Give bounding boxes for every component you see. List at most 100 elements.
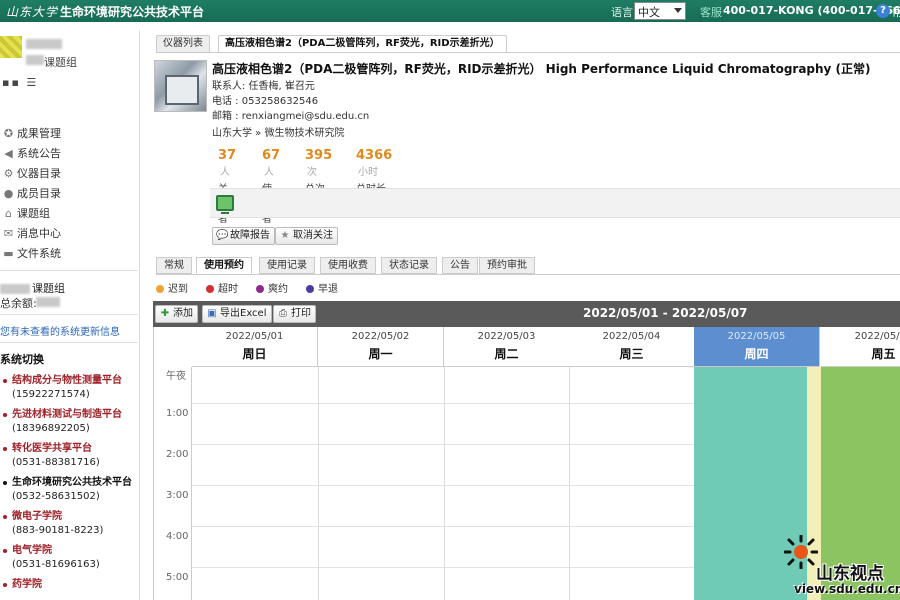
tab-general[interactable]: 常规 (156, 257, 192, 274)
service-label: 客服 (700, 6, 722, 19)
monitor-icon[interactable] (216, 195, 234, 214)
gear-icon: ⚙ (3, 167, 14, 180)
star-icon: ★ (280, 230, 290, 241)
day-weekday: 周二 (494, 347, 519, 361)
fault-report-button[interactable]: 💬 故障报告 (212, 227, 275, 245)
tab-instrument-list[interactable]: 仪器列表 (156, 35, 210, 53)
divider (0, 342, 138, 343)
calendar-day-header[interactable]: 2022/05/06 周五 (821, 327, 900, 367)
stat-number: 395 (305, 148, 333, 163)
instrument-phone: 电话 : 053258632546 (212, 96, 319, 107)
stat-number: 4366 (356, 148, 393, 163)
update-notice-link[interactable]: 您有未查看的系统更新信息 (0, 323, 120, 338)
system-name: 生命环境研究公共技术平台 (0, 476, 138, 490)
language-label: 语言 (611, 6, 633, 19)
legend-dot (206, 285, 214, 293)
system-name[interactable]: 微电子学院 (0, 510, 138, 524)
calendar-day-header-today[interactable]: 2022/05/05 周四 (694, 327, 820, 367)
instrument-org[interactable]: 山东大学 » 微生物技术研究院 (212, 124, 344, 139)
export-excel-button[interactable]: ▣ 导出Excel (202, 305, 272, 323)
people-icon: ● (3, 187, 14, 200)
system-item-current: 生命环境研究公共技术平台 (0532-58631502) (0, 476, 138, 504)
legend-dot (306, 285, 314, 293)
add-button[interactable]: ✚ 添加 (155, 305, 198, 323)
system-name[interactable]: 转化医学共享平台 (0, 442, 138, 456)
tab-usage-fee[interactable]: 使用收费 (320, 257, 376, 274)
service-phone: 400-017-KONG (400-017-5664) (723, 4, 900, 17)
calendar-date-range: 2022/05/01 - 2022/05/07 (583, 306, 748, 320)
balance-value-redacted (36, 297, 60, 307)
sidebar-item-messages[interactable]: ✉ 消息中心 (0, 224, 138, 244)
unfollow-button[interactable]: ★ 取消关注 (275, 227, 338, 245)
tab-usage-record[interactable]: 使用记录 (259, 257, 315, 274)
button-label: 故障报告 (230, 230, 270, 241)
button-label: 打印 (291, 308, 311, 319)
help-link[interactable]: 帮 (892, 4, 900, 20)
sun-logo-icon (784, 535, 818, 569)
stat-number: 67 (262, 148, 281, 163)
day-date: 2022/05/04 (602, 331, 661, 342)
save-icon: ▣ (207, 308, 217, 319)
stat-unit: 小时 (358, 167, 378, 178)
language-value: 中文 (638, 6, 660, 19)
system-item[interactable]: 先进材料测试与制造平台 (18396892205) (0, 408, 138, 436)
avatar[interactable] (0, 36, 22, 58)
watermark: 山东视点 view.sdu.edu.cn (782, 535, 900, 597)
language-select[interactable]: 中文 (634, 2, 686, 20)
system-name[interactable]: 电气学院 (0, 544, 138, 558)
platform-title[interactable]: 生命环境研究公共技术平台 (60, 3, 204, 20)
tab-reservation-approval[interactable]: 预约审批 (479, 257, 535, 274)
time-label: 3:00 (166, 490, 189, 501)
calendar-toolbar: ✚ 添加 ▣ 导出Excel ⎙ 打印 2022/05/01 - 2022/05/07 (153, 301, 900, 327)
divider (156, 52, 900, 53)
day-weekday: 周四 (744, 347, 769, 361)
tab-announcement[interactable]: 公告 (442, 257, 478, 274)
sidebar-item-achievements[interactable]: ✪ 成果管理 (0, 124, 138, 144)
tab-status-record[interactable]: 状态记录 (381, 257, 437, 274)
account-name-redacted (0, 284, 30, 294)
day-weekday: 周日 (242, 347, 267, 361)
legend-no-show: 爽约 (256, 280, 288, 295)
system-item[interactable]: 结构成分与物性测量平台 (15922271574) (0, 374, 138, 402)
system-list: 结构成分与物性测量平台 (15922271574) 先进材料测试与制造平台 (183… (0, 374, 138, 598)
group-name-redacted (26, 55, 44, 65)
calendar-day-header[interactable]: 2022/05/02 周一 (318, 327, 444, 367)
system-name[interactable]: 先进材料测试与制造平台 (0, 408, 138, 422)
sidebar-item-members[interactable]: ● 成员目录 (0, 184, 138, 204)
system-item[interactable]: 药学院 (0, 578, 138, 592)
instrument-email[interactable]: 邮箱 : renxiangmei@sdu.edu.cn (212, 107, 369, 122)
day-date: 2022/05/02 (351, 331, 410, 342)
time-column: 午夜 1:00 2:00 3:00 4:00 5:00 (154, 367, 192, 600)
sidebar-item-label: 消息中心 (17, 227, 61, 240)
calendar-day-header[interactable]: 2022/05/01 周日 (192, 327, 318, 367)
system-item[interactable]: 微电子学院 (883-90181-8223) (0, 510, 138, 538)
megaphone-icon: ◀ (4, 147, 13, 160)
day-date: 2022/05/03 (477, 331, 536, 342)
print-button[interactable]: ⎙ 打印 (273, 305, 316, 323)
calendar-day-header[interactable]: 2022/05/03 周二 (444, 327, 570, 367)
system-phone: (15922271574) (12, 389, 90, 400)
system-name[interactable]: 药学院 (0, 578, 138, 592)
system-item[interactable]: 电气学院 (0531-81696163) (0, 544, 138, 572)
system-name[interactable]: 结构成分与物性测量平台 (0, 374, 138, 388)
legend-label: 爽约 (268, 284, 288, 295)
help-icon[interactable]: ? (876, 4, 890, 18)
view-toggle-icons[interactable]: ▪▪ ☰ (2, 76, 38, 89)
sidebar-item-files[interactable]: ▬ 文件系统 (0, 244, 138, 264)
sidebar-item-label: 仪器目录 (17, 167, 61, 180)
tab-instrument-detail[interactable]: 高压液相色谱2（PDA二极管阵列，RF荧光，RID示差折光） (218, 35, 507, 53)
tab-reservation[interactable]: 使用预约 (196, 257, 252, 274)
sidebar-item-label: 成果管理 (17, 127, 61, 140)
instrument-contact: 联系人: 任香梅, 崔召元 (212, 81, 315, 92)
sidebar-item-groups[interactable]: ⌂ 课题组 (0, 204, 138, 224)
system-phone: (883-90181-8223) (12, 525, 104, 536)
account-group-label[interactable]: 课题组 (32, 280, 65, 296)
sidebar-item-announcements[interactable]: ◀ 系统公告 (0, 144, 138, 164)
system-item[interactable]: 转化医学共享平台 (0531-88381716) (0, 442, 138, 470)
user-group-label[interactable]: 课题组 (44, 54, 77, 70)
sidebar-item-instruments[interactable]: ⚙ 仪器目录 (0, 164, 138, 184)
legend-label: 早退 (318, 284, 338, 295)
calendar-day-header[interactable]: 2022/05/04 周三 (569, 327, 695, 367)
time-label: 4:00 (166, 531, 189, 542)
university-logo[interactable]: 山东大学 (6, 3, 58, 20)
